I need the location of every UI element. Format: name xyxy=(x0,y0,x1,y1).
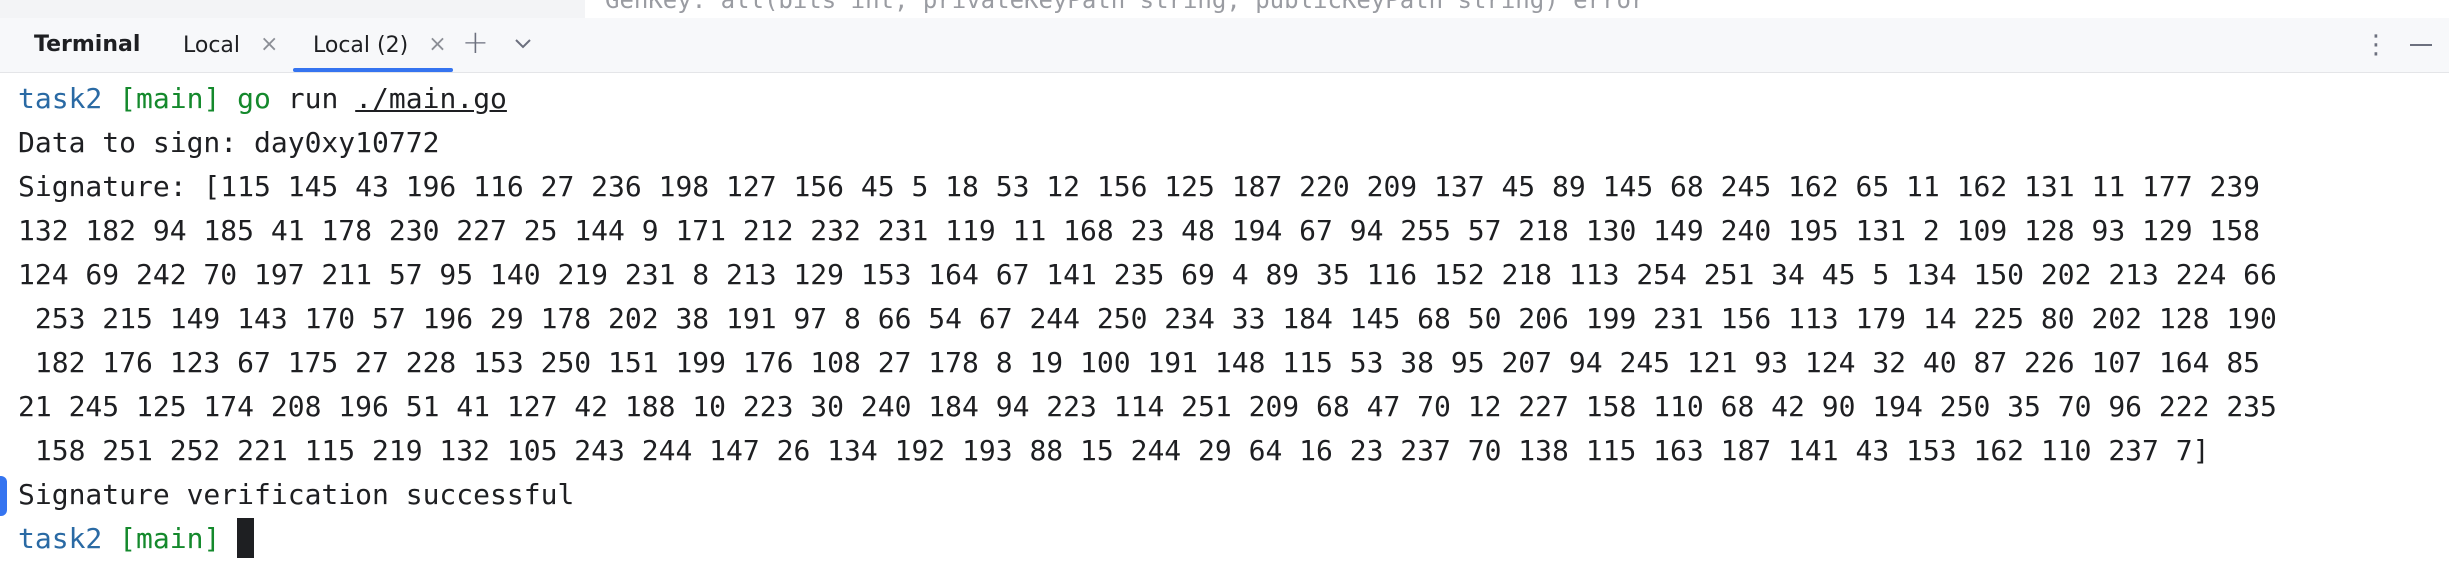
command-line: task2 [main] go run ./main.go xyxy=(18,77,507,121)
chevron-down-icon[interactable] xyxy=(512,32,534,58)
terminal-title: Terminal xyxy=(34,32,141,57)
tab-local-2[interactable]: Local (2) × xyxy=(313,18,447,72)
command-marker xyxy=(0,476,7,516)
command-file-link[interactable]: ./main.go xyxy=(355,82,507,115)
add-tab-icon[interactable]: + xyxy=(462,26,489,58)
more-options-icon[interactable]: ⋮ xyxy=(2363,32,2389,58)
close-icon[interactable]: × xyxy=(260,34,278,56)
close-icon[interactable]: × xyxy=(428,34,446,56)
prompt-dir: task2 xyxy=(18,522,103,555)
output-line: Signature: [115 145 43 196 116 27 236 19… xyxy=(18,170,2261,203)
editor-hint-text: GenKey: all(bits int, privateKeyPath str… xyxy=(605,0,1646,14)
output-line: 124 69 242 70 197 211 57 95 140 219 231 … xyxy=(18,258,2277,291)
terminal-tab-bar: Terminal Local × Local (2) × + ⋮ xyxy=(0,18,2449,73)
tab-local[interactable]: Local × xyxy=(183,18,278,72)
output-line: Data to sign: day0xy10772 xyxy=(18,126,440,159)
terminal-output[interactable]: task2 [main] go run ./main.go Data to si… xyxy=(0,73,2449,579)
command-go: go xyxy=(237,82,271,115)
output-line: Signature verification successful xyxy=(18,478,575,511)
editor-gutter-shade xyxy=(0,0,585,18)
output-line: 182 176 123 67 175 27 228 153 250 151 19… xyxy=(18,346,2261,379)
editor-top-strip: GenKey: all(bits int, privateKeyPath str… xyxy=(0,0,2449,18)
text-cursor xyxy=(237,518,255,558)
prompt-branch: [main] xyxy=(119,82,221,115)
active-tab-indicator xyxy=(293,68,453,72)
output-line: 158 251 252 221 115 219 132 105 243 244 … xyxy=(18,434,2210,467)
output-line: 132 182 94 185 41 178 230 227 25 144 9 1… xyxy=(18,214,2261,247)
output-line: 21 245 125 174 208 196 51 41 127 42 188 … xyxy=(18,390,2277,423)
command-run: run xyxy=(287,82,339,115)
minimize-icon[interactable] xyxy=(2410,44,2432,46)
tab-label: Local (2) xyxy=(313,32,409,58)
prompt-branch: [main] xyxy=(119,522,221,555)
output-line: 253 215 149 143 170 57 196 29 178 202 38… xyxy=(18,302,2277,335)
prompt-line[interactable]: task2 [main] xyxy=(18,517,255,561)
prompt-dir: task2 xyxy=(18,82,103,115)
tab-label: Local xyxy=(183,32,241,58)
